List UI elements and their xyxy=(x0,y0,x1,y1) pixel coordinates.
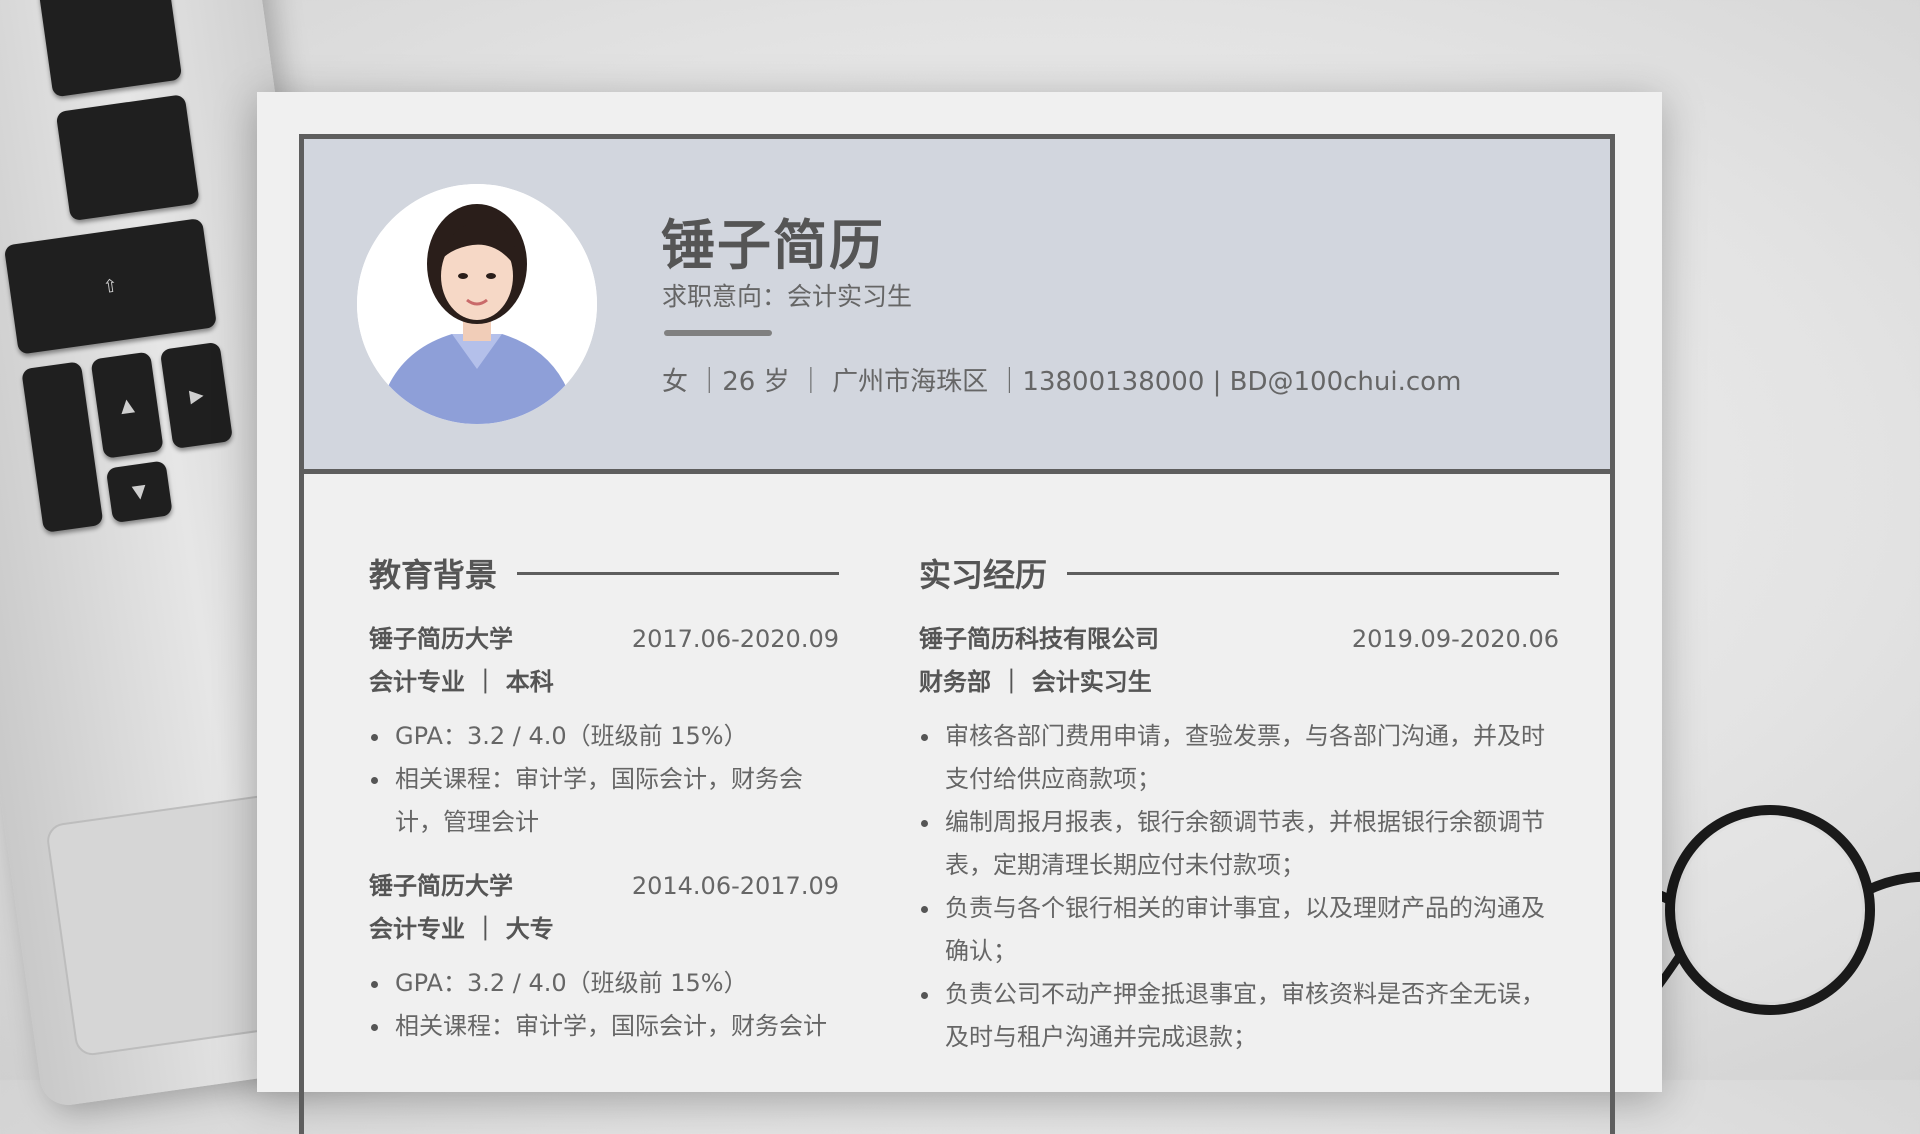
internship-entry: 锤子简历科技有限公司 2019.09-2020.06 财务部 ｜ 会计实习生 审… xyxy=(919,619,1559,1059)
education-title: 教育背景 xyxy=(369,556,498,594)
company-name: 锤子简历科技有限公司 xyxy=(919,625,1159,653)
bullet-list: GPA：3.2 / 4.0（班级前 15%） 相关课程：审计学，国际会计，财务会… xyxy=(369,962,839,1048)
arrow-down-key-icon: ▼ xyxy=(105,460,173,524)
major-degree: 会计专业 ｜ 大专 xyxy=(369,915,554,943)
list-item: 编制周报月报表，银行余额调节表，并根据银行余额调节表，定期清理长期应付未付款项； xyxy=(919,801,1559,887)
school-name: 锤子简历大学 xyxy=(369,872,513,900)
avatar xyxy=(357,184,597,424)
entry-header: 锤子简历大学 2014.06-2017.09 xyxy=(369,866,839,909)
portrait-photo-icon xyxy=(357,184,597,424)
entry-date: 2014.06-2017.09 xyxy=(631,872,839,900)
list-item: 负责公司不动产押金抵退事宜，审核资料是否齐全无误，及时与租户沟通并完成退款； xyxy=(919,973,1559,1059)
internship-section: 实习经历 锤子简历科技有限公司 2019.09-2020.06 财务部 ｜ 会计… xyxy=(919,549,1559,1059)
section-divider xyxy=(517,571,839,575)
resume-frame: 锤子简历 求职意向：会计实习生 女 ｜26 岁 ｜ 广州市海珠区 ｜138001… xyxy=(299,134,1615,1134)
education-entry: 锤子简历大学 2017.06-2020.09 会计专业 ｜ 本科 GPA：3.2… xyxy=(369,619,839,844)
major-degree: 会计专业 ｜ 本科 xyxy=(369,668,554,696)
resume-page: 锤子简历 求职意向：会计实习生 女 ｜26 岁 ｜ 广州市海珠区 ｜138001… xyxy=(257,92,1662,1134)
department-role: 财务部 ｜ 会计实习生 xyxy=(919,668,1152,696)
education-entry: 锤子简历大学 2014.06-2017.09 会计专业 ｜ 大专 GPA：3.2… xyxy=(369,866,839,1048)
job-intent: 求职意向：会计实习生 xyxy=(662,282,913,311)
list-item: 相关课程：审计学，国际会计，财务会计 xyxy=(369,1005,839,1048)
education-section: 教育背景 锤子简历大学 2017.06-2020.09 会计专业 ｜ 本科 GP… xyxy=(369,549,839,1048)
entry-date: 2019.09-2020.06 xyxy=(1351,625,1559,653)
bullet-list: GPA：3.2 / 4.0（班级前 15%） 相关课程：审计学，国际会计，财务会… xyxy=(369,715,839,844)
school-name: 锤子简历大学 xyxy=(369,625,513,653)
list-item: GPA：3.2 / 4.0（班级前 15%） xyxy=(369,962,839,1005)
section-divider xyxy=(1067,571,1559,575)
entry-header: 锤子简历大学 2017.06-2020.09 xyxy=(369,619,839,662)
entry-header: 锤子简历科技有限公司 2019.09-2020.06 xyxy=(919,619,1559,662)
resume-header: 锤子简历 求职意向：会计实习生 女 ｜26 岁 ｜ 广州市海珠区 ｜138001… xyxy=(304,139,1610,474)
keyboard-key-icon xyxy=(55,94,200,222)
contact-info: 女 ｜26 岁 ｜ 广州市海珠区 ｜13800138000 | BD@100ch… xyxy=(662,367,1462,397)
entry-date: 2017.06-2020.09 xyxy=(631,625,839,653)
list-item: GPA：3.2 / 4.0（班级前 15%） xyxy=(369,715,839,758)
glasses-icon xyxy=(1640,805,1920,1016)
intent-underline xyxy=(664,330,772,336)
list-item: 审核各部门费用申请，查验发票，与各部门沟通，并及时支付给供应商款项； xyxy=(919,715,1559,801)
education-header: 教育背景 xyxy=(369,549,839,597)
list-item: 负责与各个银行相关的审计事宜，以及理财产品的沟通及确认； xyxy=(919,887,1559,973)
list-item: 相关课程：审计学，国际会计，财务会计，管理会计 xyxy=(369,758,839,844)
resume-name: 锤子简历 xyxy=(661,214,885,277)
bullet-list: 审核各部门费用申请，查验发票，与各部门沟通，并及时支付给供应商款项； 编制周报月… xyxy=(919,715,1559,1059)
internship-title: 实习经历 xyxy=(919,556,1048,594)
internship-header: 实习经历 xyxy=(919,549,1559,597)
